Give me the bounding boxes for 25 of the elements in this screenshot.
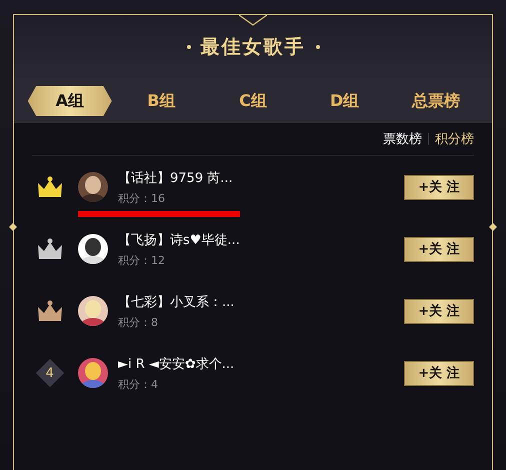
follow-button[interactable]: +关 注 (404, 298, 474, 324)
panel-title: 最佳女歌手 (200, 35, 306, 60)
score-text: 积分：8 (118, 314, 159, 330)
follow-button[interactable]: +关 注 (404, 174, 474, 200)
diamond-ornament (489, 223, 497, 231)
follow-button[interactable]: +关 注 (404, 360, 474, 386)
dot-ornament (186, 45, 190, 49)
score-text: 积分：12 (118, 252, 166, 268)
group-tab[interactable]: 总票榜 (394, 86, 478, 116)
group-tab[interactable]: A组 (28, 86, 112, 116)
score-text: 积分：4 (118, 376, 159, 392)
group-tab[interactable]: C组 (210, 86, 295, 116)
singer-name: 【话社】9759 芮... (118, 170, 234, 186)
singer-name: 【飞扬】诗s♥毕徒... (118, 232, 241, 248)
sort-tab[interactable]: 票数榜 (383, 130, 422, 148)
group-tab[interactable]: D组 (302, 86, 387, 116)
dot-ornament (316, 45, 320, 49)
singer-name: 【七彩】小叉系：... (118, 294, 236, 310)
score-text: 积分：16 (118, 190, 166, 206)
rank-badge: 4 (36, 358, 64, 388)
singer-name: ►i R ◄安安✿求个... (118, 356, 236, 372)
group-tab[interactable]: B组 (119, 86, 204, 116)
sort-tab[interactable]: 积分榜 (435, 130, 474, 148)
diamond-ornament (9, 223, 17, 231)
follow-button[interactable]: +关 注 (404, 236, 474, 262)
